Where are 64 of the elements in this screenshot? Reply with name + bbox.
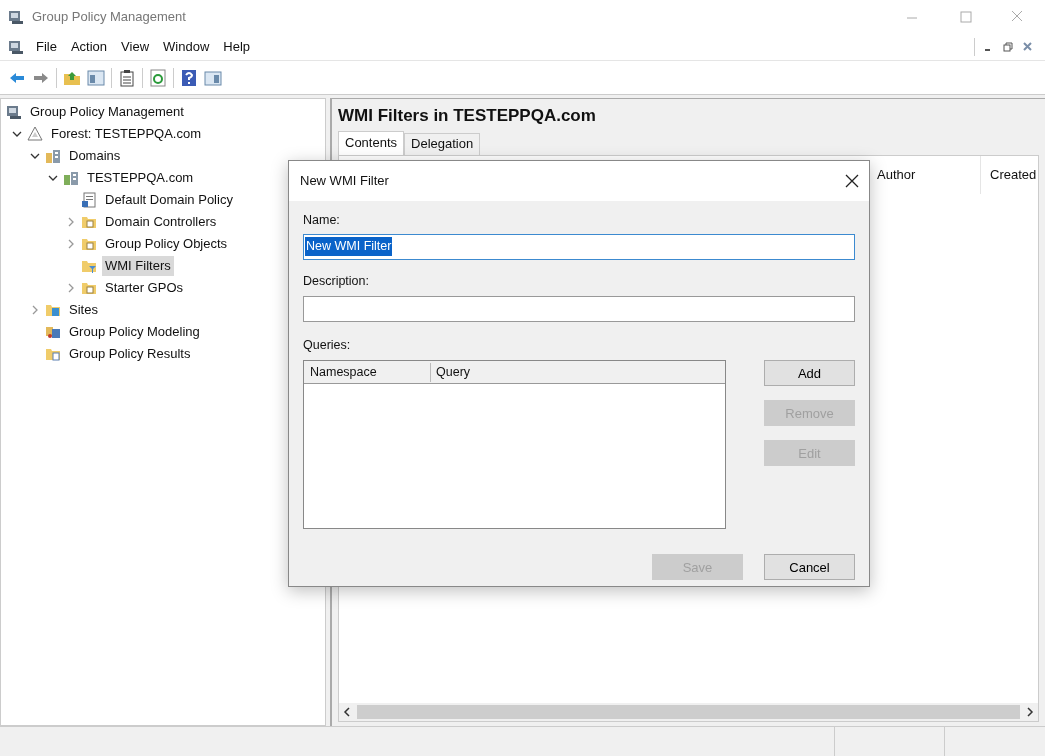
tree-item[interactable]: TESTEPPQA.com [84,168,197,188]
console-icon [8,9,24,25]
menu-item[interactable]: Help [221,37,253,57]
modeling-icon [45,324,61,340]
field-label: Queries: [303,336,352,354]
chevron-right-icon[interactable] [30,305,40,315]
refresh-icon[interactable] [149,68,167,87]
tree-item[interactable]: Sites [66,300,101,320]
horizontal-scrollbar[interactable] [339,703,1038,721]
folder-icon [45,346,61,362]
folder-icon [81,236,97,252]
column-header[interactable]: Created [981,155,1037,194]
pane-icon[interactable] [87,68,105,87]
tab[interactable]: Contents [338,130,405,155]
tree-item[interactable]: Forest: TESTEPPQA.com [48,124,205,144]
tree-item[interactable]: Domains [66,146,124,166]
chevron-down-icon[interactable] [30,151,40,161]
column-header[interactable]: Query [431,362,471,382]
tree-item[interactable]: Default Domain Policy [102,190,236,210]
dialog-button[interactable]: Add [764,360,855,387]
document-icon [81,192,97,208]
window-title: Group Policy Management [32,8,186,27]
buildings-icon [63,170,79,186]
folder-icon [45,302,61,318]
menu-item[interactable]: View [119,37,152,57]
description-field[interactable] [303,295,855,322]
dialog-button[interactable]: Cancel [764,554,855,581]
name-field[interactable]: New WMI Filter [303,233,855,260]
menu-item[interactable]: Action [68,37,110,57]
folder-icon [81,214,97,230]
queries-list[interactable]: Namespace Query [303,360,726,530]
scroll-right-icon[interactable] [1026,707,1034,717]
tree-item[interactable]: Group Policy Results [66,344,194,364]
console-icon [6,104,22,120]
clipboard-icon[interactable] [118,68,136,87]
column-header[interactable]: Namespace [304,362,431,382]
chevron-right-icon[interactable] [66,283,76,293]
pane-icon[interactable] [204,68,222,87]
tree-item[interactable]: Domain Controllers [102,212,220,232]
menu-item[interactable]: File [34,37,59,57]
buildings-icon [45,148,61,164]
console-icon [8,39,24,55]
dialog-title: New WMI Filter [300,172,389,191]
tab[interactable]: Delegation [404,132,481,155]
triangle-icon [27,126,43,142]
tree-item[interactable]: Group Policy Modeling [66,322,203,342]
field-label: Description: [303,272,370,290]
tree-item[interactable]: Starter GPOs [102,278,187,298]
close-icon[interactable] [845,174,859,188]
column-header[interactable]: Author [877,155,981,194]
panel-title: WMI Filters in TESTEPPQA.com [338,105,597,127]
chevron-down-icon[interactable] [48,173,58,183]
folder-icon [81,258,97,274]
scroll-left-icon[interactable] [343,707,351,717]
help-icon[interactable] [180,68,198,87]
tree-item[interactable]: WMI Filters [102,256,174,276]
tree-item[interactable]: Group Policy Management [27,102,187,122]
chevron-right-icon[interactable] [66,217,76,227]
tree-item[interactable]: Group Policy Objects [102,234,231,254]
field-label: Name: [303,212,341,229]
chevron-down-icon[interactable] [12,129,22,139]
folder-icon [81,280,97,296]
menu-item[interactable]: Window [161,37,212,57]
chevron-right-icon[interactable] [66,239,76,249]
